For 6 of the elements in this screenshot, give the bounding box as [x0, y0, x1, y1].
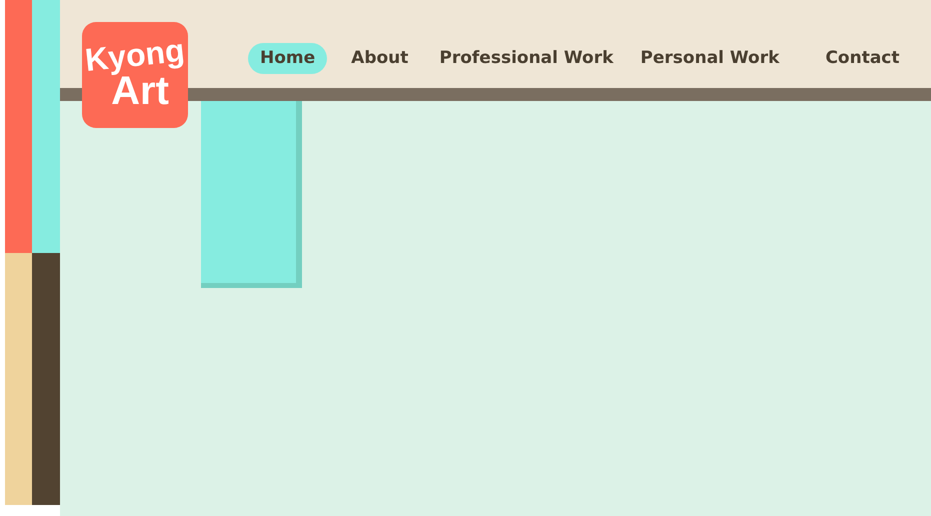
nav-link[interactable]: Personal Work: [628, 42, 792, 74]
nav-link[interactable]: Home: [248, 42, 328, 74]
nav-link[interactable]: Contact: [813, 42, 912, 74]
nav-link[interactable]: Professional Work: [427, 42, 626, 74]
nav-link[interactable]: About: [339, 42, 420, 74]
logo-text: Kyong: [84, 34, 186, 76]
